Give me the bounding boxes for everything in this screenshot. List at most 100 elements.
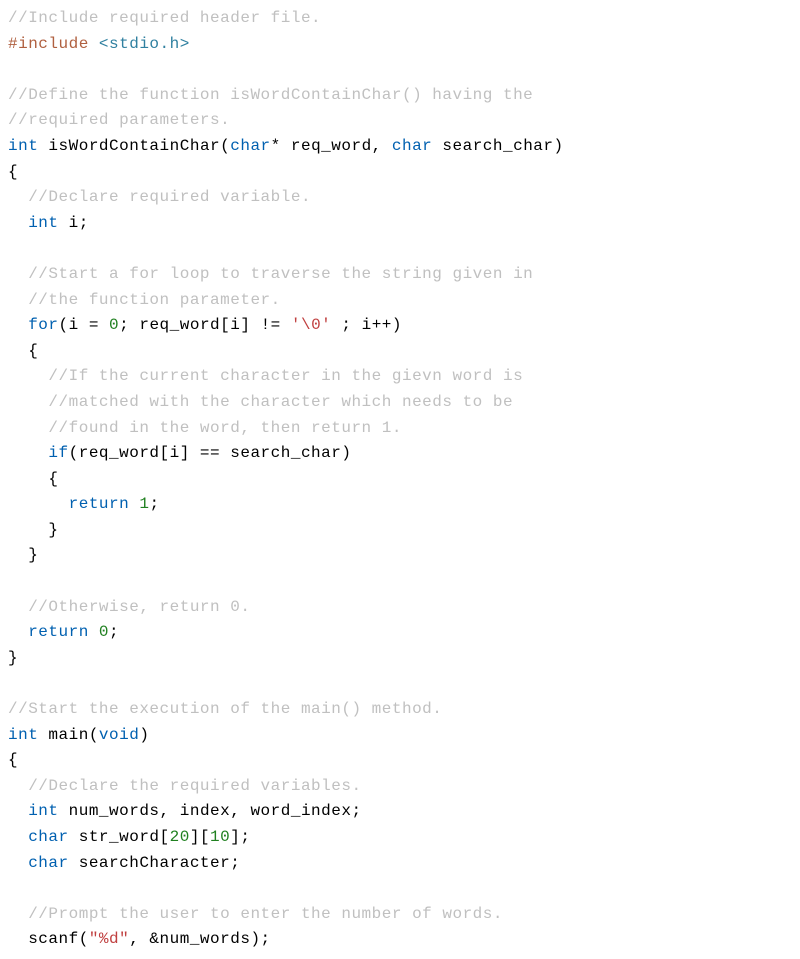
code-line: int main(void) — [8, 723, 792, 749]
code-token-plain: ; — [109, 623, 119, 641]
code-token-plain — [89, 623, 99, 641]
code-token-comment: //Prompt the user to enter the number of… — [28, 905, 503, 923]
code-token-keyword: return — [28, 623, 89, 641]
code-token-plain: scanf( — [8, 930, 89, 948]
code-line: //Prompt the user to enter the number of… — [8, 902, 792, 928]
code-line: } — [8, 543, 792, 569]
code-line: } — [8, 646, 792, 672]
code-token-keyword: int — [28, 802, 58, 820]
code-token-plain: num_words, index, word_index; — [59, 802, 362, 820]
code-line — [8, 876, 792, 902]
code-token-plain: ; i++) — [331, 316, 402, 334]
code-line: #include <stdio.h> — [8, 32, 792, 58]
code-line: //Declare the required variables. — [8, 774, 792, 800]
code-token-comment: //Otherwise, return 0. — [28, 598, 250, 616]
code-line: int num_words, index, word_index; — [8, 799, 792, 825]
code-token-comment: //Start the execution of the main() meth… — [8, 700, 442, 718]
code-token-plain: ; req_word[i] != — [119, 316, 291, 334]
code-token-keyword: char — [28, 828, 68, 846]
code-token-preprocessor: #include — [8, 35, 89, 53]
code-line: //required parameters. — [8, 108, 792, 134]
code-token-plain: (req_word[i] == search_char) — [69, 444, 352, 462]
code-token-keyword: if — [48, 444, 68, 462]
code-token-plain — [8, 598, 28, 616]
code-line: //Start a for loop to traverse the strin… — [8, 262, 792, 288]
code-token-keyword: for — [28, 316, 58, 334]
code-token-plain: main( — [38, 726, 99, 744]
code-line: for(i = 0; req_word[i] != '\0' ; i++) — [8, 313, 792, 339]
code-line: } — [8, 518, 792, 544]
code-line: return 1; — [8, 492, 792, 518]
code-token-plain: searchCharacter; — [69, 854, 241, 872]
code-line: char str_word[20][10]; — [8, 825, 792, 851]
code-token-plain — [8, 854, 28, 872]
code-line: //If the current character in the gievn … — [8, 364, 792, 390]
code-token-comment: //Define the function isWordContainChar(… — [8, 86, 533, 104]
code-token-plain — [8, 444, 48, 462]
code-token-plain: } — [8, 521, 59, 539]
code-line: { — [8, 339, 792, 365]
code-token-number: 0 — [99, 623, 109, 641]
code-token-string: "%d" — [89, 930, 129, 948]
code-token-comment: //matched with the character which needs… — [48, 393, 513, 411]
code-line: scanf("%d", &num_words); — [8, 927, 792, 953]
code-line: return 0; — [8, 620, 792, 646]
code-token-keyword: int — [8, 137, 38, 155]
code-token-plain: ][ — [190, 828, 210, 846]
code-token-plain — [89, 35, 99, 53]
code-token-comment: //If the current character in the gievn … — [48, 367, 523, 385]
code-token-keyword: void — [99, 726, 139, 744]
code-token-plain — [8, 419, 48, 437]
code-token-char-literal: '\0' — [291, 316, 331, 334]
code-token-number: 10 — [210, 828, 230, 846]
code-token-plain — [8, 291, 28, 309]
code-token-plain — [8, 265, 28, 283]
code-line: //Include required header file. — [8, 6, 792, 32]
code-token-plain: ; — [149, 495, 159, 513]
code-token-keyword: return — [69, 495, 130, 513]
code-token-plain — [8, 393, 48, 411]
code-token-plain: search_char) — [432, 137, 563, 155]
code-token-plain — [8, 828, 28, 846]
code-line: //Otherwise, return 0. — [8, 595, 792, 621]
code-line: //Start the execution of the main() meth… — [8, 697, 792, 723]
code-token-plain — [8, 802, 28, 820]
code-token-header-file: <stdio.h> — [99, 35, 190, 53]
code-token-plain — [8, 777, 28, 795]
code-line: { — [8, 467, 792, 493]
code-line: int i; — [8, 211, 792, 237]
code-line: //found in the word, then return 1. — [8, 416, 792, 442]
code-token-plain: { — [8, 342, 38, 360]
code-token-plain: ]; — [230, 828, 250, 846]
code-line: //Define the function isWordContainChar(… — [8, 83, 792, 109]
code-token-number: 0 — [109, 316, 119, 334]
code-token-keyword: int — [8, 726, 38, 744]
code-line: if(req_word[i] == search_char) — [8, 441, 792, 467]
code-token-plain — [8, 367, 48, 385]
code-token-plain: { — [8, 470, 59, 488]
code-token-plain: { — [8, 163, 18, 181]
code-token-plain: str_word[ — [69, 828, 170, 846]
code-token-number: 1 — [139, 495, 149, 513]
code-token-plain: } — [8, 546, 38, 564]
code-line: //Declare required variable. — [8, 185, 792, 211]
code-token-plain — [8, 495, 69, 513]
code-token-comment: //required parameters. — [8, 111, 230, 129]
code-token-plain — [129, 495, 139, 513]
code-line — [8, 236, 792, 262]
code-token-comment: //Declare the required variables. — [28, 777, 361, 795]
code-token-plain — [8, 623, 28, 641]
code-token-plain — [8, 316, 28, 334]
code-line: int isWordContainChar(char* req_word, ch… — [8, 134, 792, 160]
code-token-comment: //found in the word, then return 1. — [48, 419, 402, 437]
code-token-plain: isWordContainChar( — [38, 137, 230, 155]
code-line: //matched with the character which needs… — [8, 390, 792, 416]
code-token-plain: i; — [59, 214, 89, 232]
code-line: //the function parameter. — [8, 288, 792, 314]
code-token-comment: //Declare required variable. — [28, 188, 311, 206]
code-token-keyword: int — [28, 214, 58, 232]
code-token-plain: (i = — [59, 316, 110, 334]
code-token-number: 20 — [170, 828, 190, 846]
code-token-comment: //Include required header file. — [8, 9, 321, 27]
code-token-comment: //Start a for loop to traverse the strin… — [28, 265, 533, 283]
